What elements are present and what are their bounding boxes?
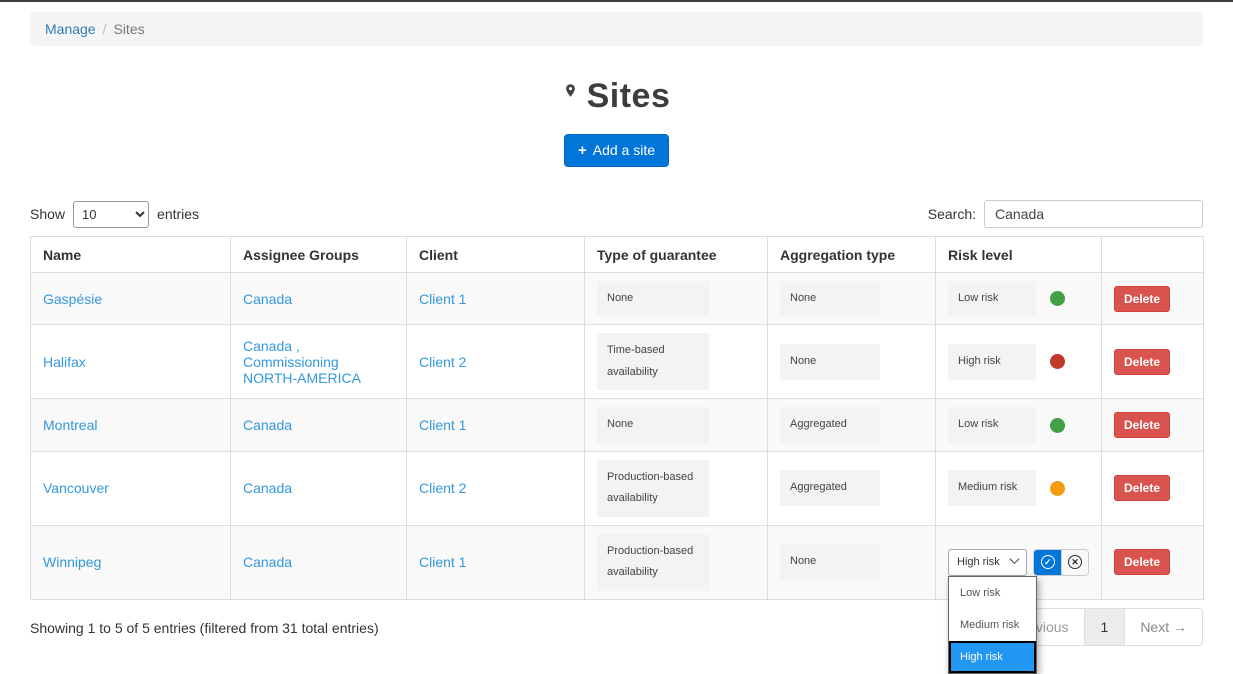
site-name-link[interactable]: Montreal <box>43 417 97 433</box>
col-header-actions <box>1102 237 1204 273</box>
table-header-row: Name Assignee Groups Client Type of guar… <box>31 237 1204 273</box>
show-label: Show <box>30 206 65 222</box>
col-header-client[interactable]: Client <box>407 237 585 273</box>
guarantee-value: Time-based availability <box>597 333 709 390</box>
table-controls: Show 10 entries Search: <box>30 200 1203 228</box>
plus-icon: + <box>578 142 587 159</box>
client-link[interactable]: Client 1 <box>419 291 466 307</box>
risk-level-selected: High risk <box>957 556 1000 568</box>
aggregation-value: None <box>780 544 880 579</box>
risk-status-dot <box>1050 481 1065 496</box>
search-input[interactable] <box>984 200 1203 228</box>
delete-button[interactable]: Delete <box>1114 349 1170 375</box>
site-name-link[interactable]: Vancouver <box>43 480 109 496</box>
assignee-groups-link[interactable]: Canada <box>243 554 292 570</box>
cancel-button[interactable]: ✕ <box>1061 550 1088 575</box>
show-entries-group: Show 10 entries <box>30 201 199 228</box>
pagination-page-1[interactable]: 1 <box>1084 609 1125 645</box>
map-pin-icon <box>563 76 578 116</box>
risk-value: Low risk <box>948 281 1036 316</box>
assignee-groups-link[interactable]: Canada <box>243 480 292 496</box>
aggregation-value: None <box>780 281 880 316</box>
add-site-button[interactable]: + Add a site <box>564 134 669 167</box>
title-row: Sites <box>30 76 1203 122</box>
col-header-risk[interactable]: Risk level <box>936 237 1102 273</box>
site-name-link[interactable]: Winnipeg <box>43 554 101 570</box>
col-header-guarantee[interactable]: Type of guarantee <box>585 237 768 273</box>
risk-status-dot <box>1050 291 1065 306</box>
client-link[interactable]: Client 2 <box>419 480 466 496</box>
risk-level-dropdown: Low risk Medium risk High risk <box>948 576 1037 674</box>
entries-info: Showing 1 to 5 of 5 entries (filtered fr… <box>30 608 379 636</box>
confirm-button[interactable]: ✓ <box>1034 550 1061 575</box>
search-label: Search: <box>928 206 976 222</box>
editor-button-group: ✓ ✕ <box>1033 549 1089 576</box>
assignee-groups-link[interactable]: Canada <box>243 291 292 307</box>
risk-value: Medium risk <box>948 470 1036 505</box>
assignee-groups-link[interactable]: Canada , Commissioning NORTH-AMERICA <box>243 338 361 386</box>
client-link[interactable]: Client 1 <box>419 417 466 433</box>
page-title: Sites <box>587 77 671 115</box>
page-size-select[interactable]: 10 <box>73 201 149 228</box>
dropdown-option-high-risk[interactable]: High risk <box>949 641 1036 673</box>
table-row: Halifax Canada , Commissioning NORTH-AME… <box>31 325 1204 399</box>
risk-level-editor: High risk ✓ ✕ Low risk Medium risk High … <box>948 549 1089 576</box>
client-link[interactable]: Client 2 <box>419 354 466 370</box>
check-circle-icon: ✓ <box>1041 555 1055 569</box>
table-row: Gaspésie Canada Client 1 None None Low r… <box>31 273 1204 325</box>
risk-level-select[interactable]: High risk <box>948 549 1027 576</box>
sites-table: Name Assignee Groups Client Type of guar… <box>30 236 1204 600</box>
guarantee-value: None <box>597 407 709 442</box>
site-name-link[interactable]: Gaspésie <box>43 291 102 307</box>
breadcrumb-manage-link[interactable]: Manage <box>45 21 96 37</box>
aggregation-value: Aggregated <box>780 470 880 505</box>
assignee-groups-link[interactable]: Canada <box>243 417 292 433</box>
pagination-next[interactable]: Next → <box>1124 609 1202 645</box>
aggregation-value: None <box>780 344 880 379</box>
window-top-border <box>0 0 1233 2</box>
risk-status-dot <box>1050 354 1065 369</box>
risk-status-dot <box>1050 418 1065 433</box>
delete-button[interactable]: Delete <box>1114 286 1170 312</box>
guarantee-value: Production-based availability <box>597 534 709 591</box>
risk-value: Low risk <box>948 407 1036 442</box>
col-header-aggregation[interactable]: Aggregation type <box>768 237 936 273</box>
guarantee-value: Production-based availability <box>597 460 709 517</box>
chevron-down-icon <box>1010 554 1020 564</box>
dropdown-option-low-risk[interactable]: Low risk <box>949 577 1036 609</box>
dropdown-option-medium-risk[interactable]: Medium risk <box>949 609 1036 641</box>
col-header-assignee-groups[interactable]: Assignee Groups <box>231 237 407 273</box>
client-link[interactable]: Client 1 <box>419 554 466 570</box>
delete-button[interactable]: Delete <box>1114 412 1170 438</box>
breadcrumb-separator: / <box>103 21 107 37</box>
guarantee-value: None <box>597 281 709 316</box>
search-group: Search: <box>928 200 1203 228</box>
table-row: Vancouver Canada Client 2 Production-bas… <box>31 451 1204 525</box>
col-header-name[interactable]: Name <box>31 237 231 273</box>
x-circle-icon: ✕ <box>1068 555 1082 569</box>
site-name-link[interactable]: Halifax <box>43 354 86 370</box>
risk-value: High risk <box>948 344 1036 379</box>
delete-button[interactable]: Delete <box>1114 475 1170 501</box>
table-row: Winnipeg Canada Client 1 Production-base… <box>31 525 1204 599</box>
delete-button[interactable]: Delete <box>1114 549 1170 575</box>
table-row: Montreal Canada Client 1 None Aggregated… <box>31 399 1204 451</box>
add-site-label: Add a site <box>593 142 655 158</box>
aggregation-value: Aggregated <box>780 407 880 442</box>
breadcrumb-current: Sites <box>113 21 144 37</box>
breadcrumb: Manage / Sites <box>30 12 1203 46</box>
entries-label: entries <box>157 206 199 222</box>
